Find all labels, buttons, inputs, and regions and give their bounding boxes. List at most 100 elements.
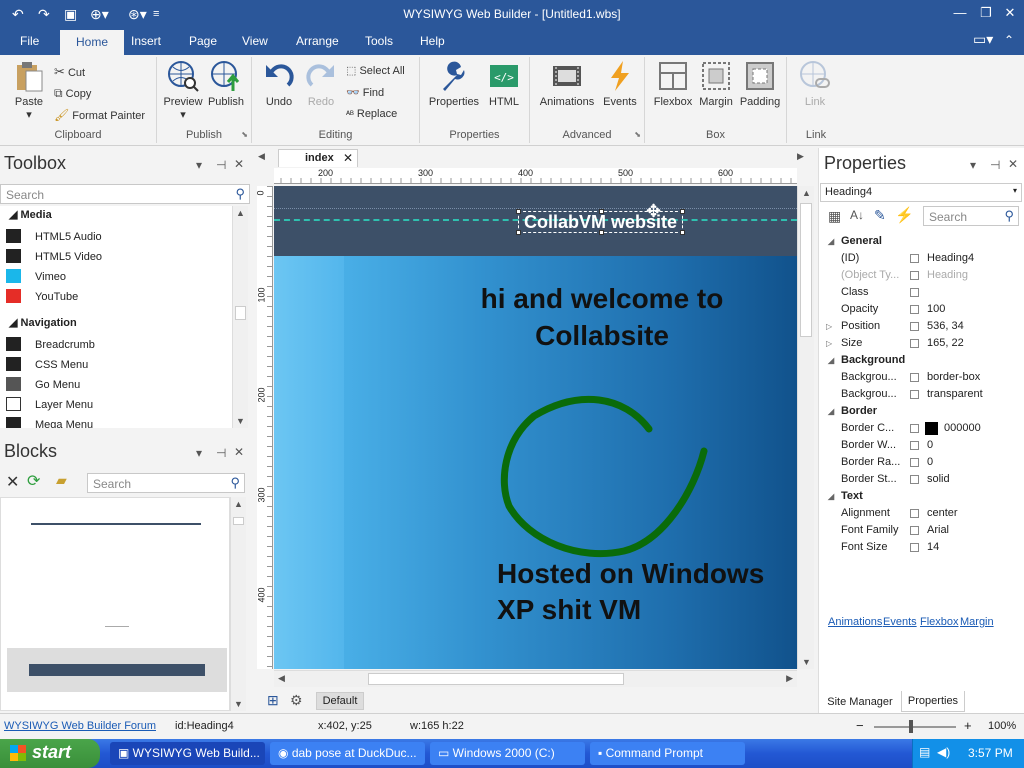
property-value[interactable]: 100 [927,301,945,318]
property-checkbox[interactable] [910,390,919,399]
network-icon[interactable]: ▤ [919,745,930,759]
toolbox-item[interactable]: HTML5 Video [6,247,102,267]
toolbox-item[interactable]: HTML5 Audio [6,227,102,247]
scroll-up-icon[interactable]: ▲ [236,208,245,218]
task-explorer[interactable]: ▭ Windows 2000 (C:) [430,742,585,765]
property-row[interactable]: Backgrou... transparent [822,386,1022,403]
object-selector[interactable]: Heading4 ▾ [820,183,1022,202]
tab-scroll-right-icon[interactable]: ▶ [797,151,804,162]
publish-launcher-icon[interactable]: ⬊ [241,130,248,139]
property-value[interactable]: Heading4 [927,250,974,267]
property-row[interactable]: Border Ra... 0 [822,454,1022,471]
default-button[interactable]: Default [316,692,364,710]
paste-button[interactable]: Paste ▾ [8,59,50,121]
scroll-thumb[interactable] [233,517,244,525]
property-checkbox[interactable] [910,526,919,535]
property-value[interactable]: center [927,505,958,522]
properties-close-icon[interactable]: ✕ [1008,157,1018,171]
hosted-heading[interactable]: Hosted on Windows XP shit VM [497,556,777,628]
copy-button[interactable]: ⧉ Copy [54,86,91,101]
property-row[interactable]: Backgrou... border-box [822,369,1022,386]
tab-insert[interactable]: Insert [131,34,161,48]
block-thumbnail-line[interactable] [31,523,201,525]
tab-index[interactable]: index ✕ [278,149,358,167]
category-navigation[interactable]: ◢ Navigation [9,316,77,329]
toolbox-menu-icon[interactable]: ▾ [196,158,202,172]
property-row[interactable]: Size 165, 22 ▷ [822,335,1022,352]
blocks-scrollbar[interactable]: ▲ ▼ [230,497,246,711]
category-media[interactable]: ◢ Media [9,208,52,221]
tab-tools[interactable]: Tools [365,34,393,48]
events-lightning-icon[interactable]: ⚡ [895,206,914,224]
property-value[interactable]: 0 [927,454,933,471]
toolbox-pin-icon[interactable]: ⊣ [216,158,226,172]
section-border[interactable]: Border [822,403,1022,420]
property-value[interactable]: 536, 34 [927,318,964,335]
flexbox-link[interactable]: Flexbox [920,616,959,628]
blocks-pin-icon[interactable]: ⊣ [216,446,226,460]
scroll-down-icon[interactable]: ▼ [802,657,811,667]
toolbox-item[interactable]: YouTube [6,287,78,307]
redo-button[interactable]: Redo [300,59,342,108]
property-row[interactable]: Border W... 0 [822,437,1022,454]
replace-button[interactable]: ᴬᴮ Replace [346,108,397,120]
welcome-heading[interactable]: hi and welcome to Collabsite [452,280,752,354]
link-button[interactable]: Link [795,59,835,108]
html-button[interactable]: </> HTML [484,59,524,108]
margin-button[interactable]: Margin [695,59,737,108]
animations-link[interactable]: Animations [828,616,882,628]
start-button[interactable]: start [0,739,100,768]
property-row[interactable]: Font Size 14 [822,539,1022,556]
flexbox-button[interactable]: Flexbox [651,59,695,108]
property-row[interactable]: Border St... solid [822,471,1022,488]
events-button[interactable]: Events [600,59,640,108]
property-checkbox[interactable] [910,254,919,263]
block-thumbnail[interactable] [7,648,227,692]
zoom-in-icon[interactable]: + [964,718,972,733]
property-row[interactable]: Opacity 100 [822,301,1022,318]
property-checkbox[interactable] [910,543,919,552]
toolbox-item[interactable]: Vimeo [6,267,66,287]
restore-icon[interactable]: ❐ [976,4,996,22]
close-tab-icon[interactable]: ✕ [343,151,353,165]
property-checkbox[interactable] [910,373,919,382]
scroll-up-icon[interactable]: ▲ [234,499,243,509]
scroll-thumb[interactable] [800,203,812,337]
close-icon[interactable]: ✕ [1000,4,1020,22]
property-row[interactable]: Border C... 000000 [822,420,1022,437]
scroll-down-icon[interactable]: ▼ [236,416,245,426]
margin-link[interactable]: Margin [960,616,994,628]
scroll-down-icon[interactable]: ▼ [234,699,243,709]
property-value[interactable]: solid [927,471,950,488]
scroll-left-icon[interactable]: ◀ [278,673,285,684]
add-page-icon[interactable]: ⊞ [267,692,279,709]
property-checkbox[interactable] [910,509,919,518]
tab-view[interactable]: View [242,34,268,48]
properties-menu-icon[interactable]: ▾ [970,158,976,172]
toolbox-item[interactable]: Layer Menu [6,395,93,415]
property-value[interactable]: Heading [927,267,968,284]
property-checkbox[interactable] [910,424,919,433]
property-row[interactable]: Class [822,284,1022,301]
toolbox-item[interactable]: Breadcrumb [6,335,95,355]
expand-icon[interactable]: ▷ [826,318,832,335]
blocks-search-input[interactable]: Search ⚲ [87,473,245,493]
toolbox-close-icon[interactable]: ✕ [234,157,244,171]
minimize-icon[interactable]: — [950,4,970,22]
property-checkbox[interactable] [910,339,919,348]
wrench-icon[interactable]: ✎ [874,207,886,224]
scroll-right-icon[interactable]: ▶ [786,673,793,684]
property-value[interactable]: 14 [927,539,939,556]
publish-button[interactable]: Publish [205,59,247,108]
property-value[interactable]: 0 [927,437,933,454]
blocks-menu-icon[interactable]: ▾ [196,446,202,460]
property-value[interactable]: border-box [927,369,980,386]
property-checkbox[interactable] [910,271,919,280]
section-general[interactable]: General [822,233,1022,250]
editor-hscrollbar[interactable]: ◀ ▶ [274,670,797,687]
tab-file[interactable]: File [20,34,39,48]
layout-icon[interactable]: ▭▾ [973,31,993,48]
property-checkbox[interactable] [910,305,919,314]
preview-button[interactable]: Preview ▾ [163,59,203,121]
events-link[interactable]: Events [883,616,917,628]
